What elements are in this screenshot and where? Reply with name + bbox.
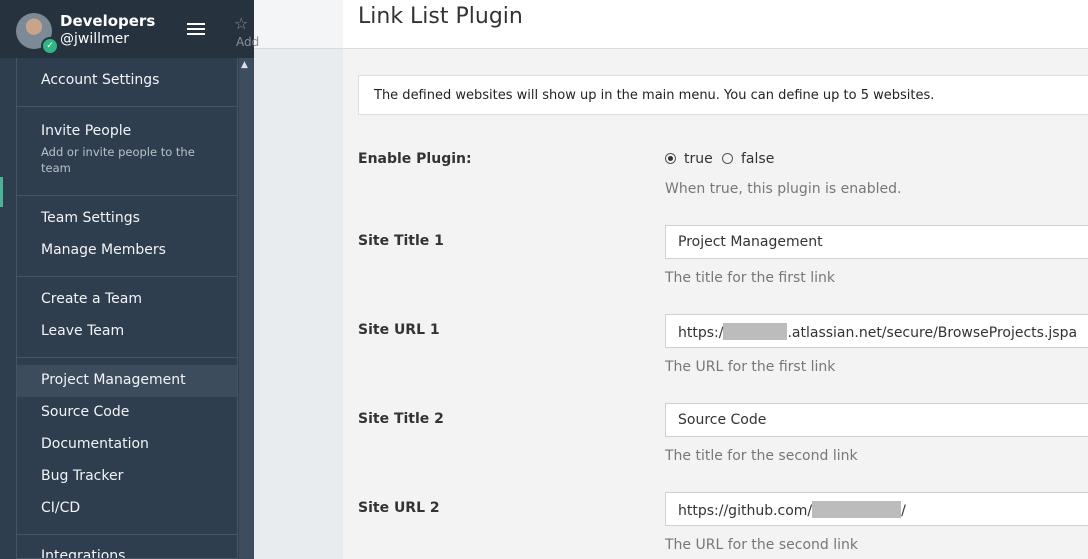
site-title-1-input[interactable]: Project Management [665,225,1088,259]
site-url-2-help: The URL for the second link [665,537,858,553]
scroll-up-arrow-icon[interactable]: ▲ [241,60,248,70]
menu-link-source-code[interactable]: Source Code [17,404,237,420]
menu-item-integrations[interactable]: Integrations [17,548,237,558]
header-add-label[interactable]: Add [236,35,259,49]
site-url-1-input[interactable]: https:/ .atlassian.net/secure/BrowseProje… [665,314,1088,348]
redacted-block [723,323,788,340]
menu-link-project-management[interactable]: Project Management [17,365,237,397]
menu-item-team-settings[interactable]: Team Settings [17,210,237,226]
enable-false-label[interactable]: false [741,151,774,167]
online-status-icon: ✓ [41,37,59,55]
site-url-1-prefix: https:/ [678,325,724,341]
sidebar-header[interactable]: ✓ Developers @jwillmer [0,0,254,58]
menu-divider [17,106,237,107]
menu-link-ci-cd[interactable]: CI/CD [17,500,237,516]
menu-divider [17,195,237,196]
site-url-2-prefix: https://github.com/ [678,503,813,519]
site-title-1-help: The title for the first link [665,270,836,286]
star-icon[interactable]: ☆ [234,14,248,33]
site-url-1-suffix: .atlassian.net/secure/BrowseProjects.jsp… [787,325,1078,341]
info-banner: The defined websites will show up in the… [358,75,1088,115]
channel-area [254,0,343,559]
site-title-1-value: Project Management [678,234,823,250]
menu-item-manage-members[interactable]: Manage Members [17,242,237,258]
enable-plugin-label: Enable Plugin: [358,151,472,167]
menu-item-account-settings[interactable]: Account Settings [17,72,237,88]
enable-plugin-help: When true, this plugin is enabled. [665,181,902,197]
menu-divider [17,357,237,358]
channel-header [254,0,343,49]
invite-people-description: Add or invite people to the team [41,145,195,175]
menu-link-bug-tracker[interactable]: Bug Tracker [17,468,237,484]
title-divider [343,48,1088,49]
menu-item-invite-people[interactable]: Invite People Add or invite people to th… [17,123,237,176]
site-title-2-value: Source Code [678,412,767,428]
menu-item-leave-team[interactable]: Leave Team [17,323,237,339]
site-title-2-label: Site Title 2 [358,411,444,427]
site-url-2-label: Site URL 2 [358,500,440,516]
settings-panel [343,49,1088,559]
site-url-1-help: The URL for the first link [665,359,836,375]
invite-people-label: Invite People [41,123,132,139]
user-name: @jwillmer [60,31,130,47]
menu-link-documentation[interactable]: Documentation [17,436,237,452]
menu-item-create-team[interactable]: Create a Team [17,291,237,307]
main-menu-dropdown: Account Settings Invite People Add or in… [16,58,238,559]
menu-divider [17,534,237,535]
menu-divider [17,276,237,277]
site-url-2-suffix: / [901,503,906,519]
enable-true-label[interactable]: true [684,151,713,167]
enable-false-radio[interactable] [722,153,733,164]
site-url-1-label: Site URL 1 [358,322,440,338]
site-title-2-input[interactable]: Source Code [665,403,1088,437]
site-url-2-input[interactable]: https://github.com/ / [665,492,1088,526]
team-name: Developers [60,12,156,30]
site-title-2-help: The title for the second link [665,448,858,464]
active-channel-indicator [0,177,3,207]
site-title-1-label: Site Title 1 [358,233,444,249]
page-title: Link List Plugin [358,4,523,29]
redacted-block [812,501,902,518]
enable-true-radio[interactable] [665,153,676,164]
sidebar-scrollbar[interactable] [239,58,254,559]
hamburger-menu-icon[interactable] [187,23,205,37]
